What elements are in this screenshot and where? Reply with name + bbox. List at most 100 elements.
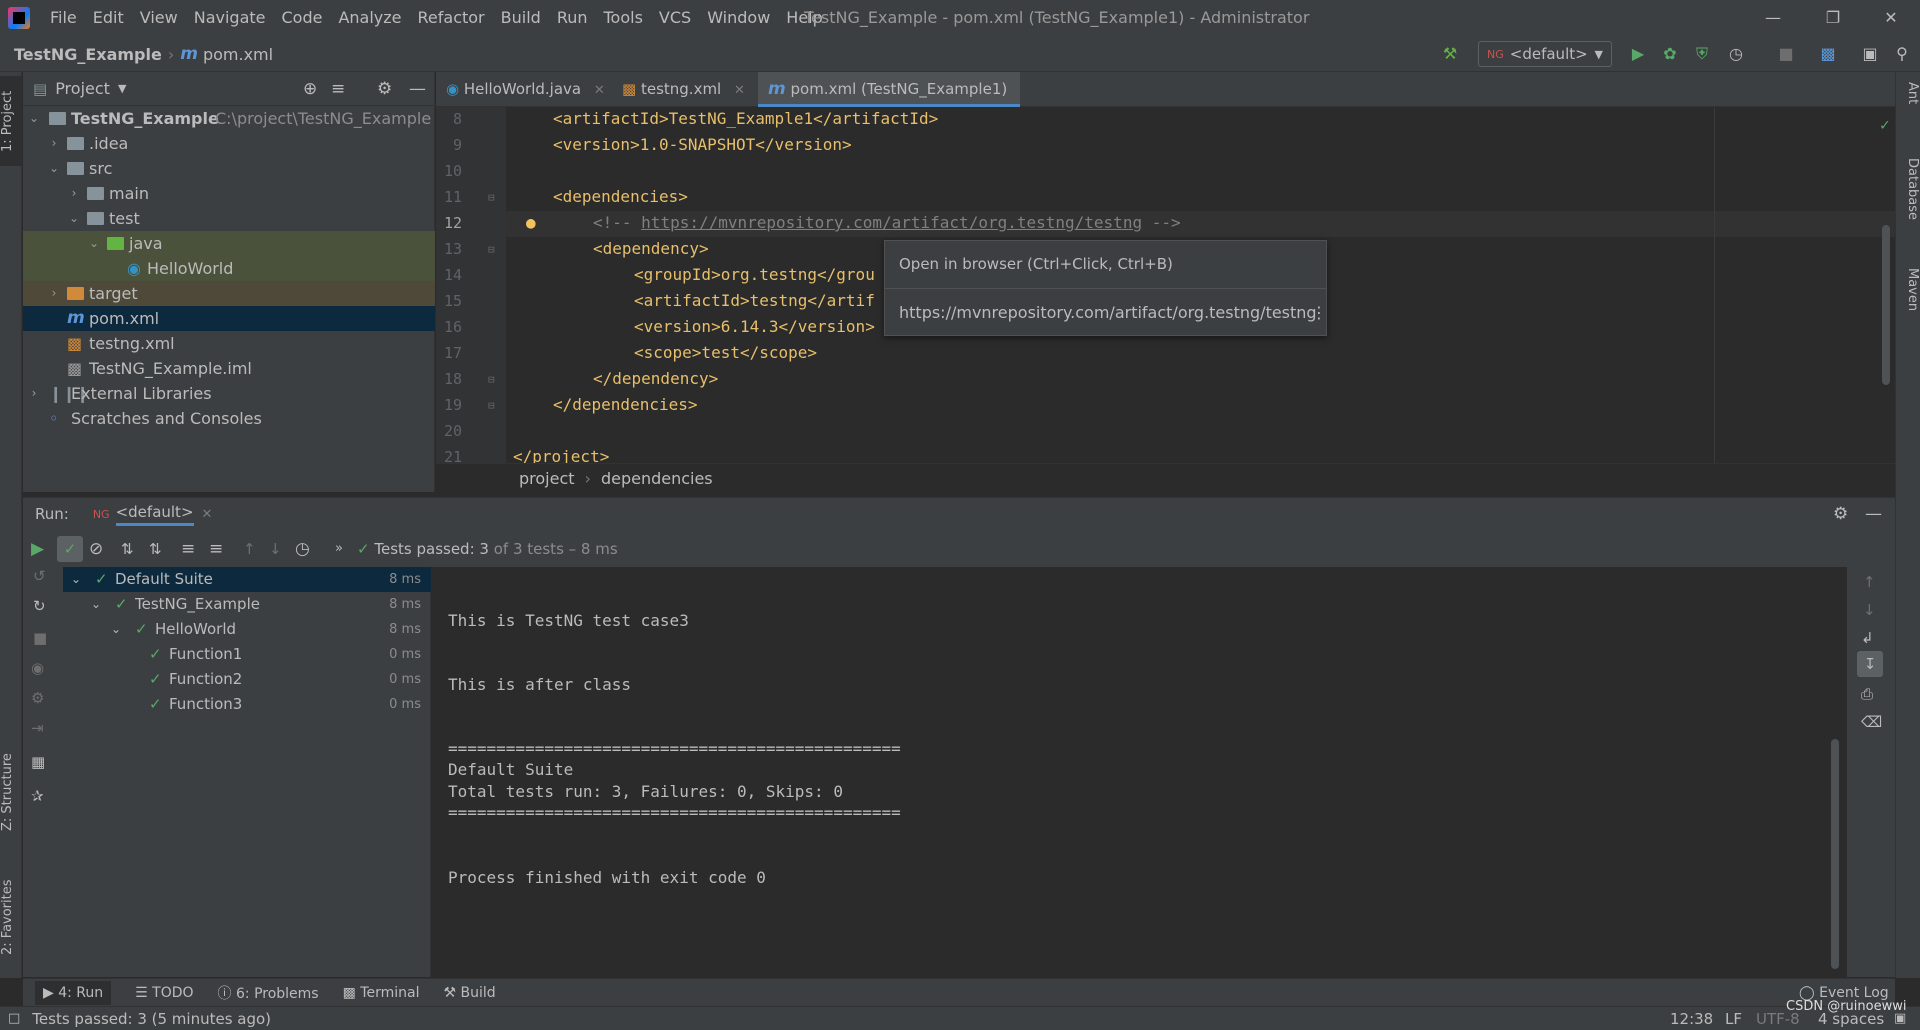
project-tool-tab[interactable]: 1: Project bbox=[0, 76, 22, 166]
breadcrumb-file[interactable]: pom.xml bbox=[203, 45, 273, 64]
chevron-right-icon[interactable]: › bbox=[27, 381, 41, 406]
toolwindow-terminal[interactable]: ▩ Terminal bbox=[343, 985, 420, 1001]
tree-item-external-libraries[interactable]: › ❙❙❙ External Libraries bbox=[23, 381, 435, 406]
close-icon[interactable]: ✕ bbox=[594, 83, 605, 98]
breadcrumb-item[interactable]: dependencies bbox=[601, 469, 713, 488]
ant-tool-tab[interactable]: Ant bbox=[1898, 82, 1920, 142]
close-icon[interactable]: ✕ bbox=[734, 83, 745, 98]
toggle-auto-test-icon[interactable]: ↻ bbox=[33, 597, 46, 615]
chevron-right-icon[interactable]: › bbox=[47, 281, 61, 306]
menu-navigate[interactable]: Navigate bbox=[186, 0, 274, 36]
breadcrumb-project[interactable]: TestNG_Example bbox=[14, 45, 162, 64]
test-row-method[interactable]: ✓ Function2 0 ms bbox=[63, 667, 431, 692]
chevron-down-icon[interactable]: ⌄ bbox=[67, 206, 81, 231]
arrow-down-icon[interactable]: ↓ bbox=[1863, 601, 1876, 619]
soft-wrap-icon[interactable]: ↲ bbox=[1861, 629, 1874, 647]
scroll-to-end-icon[interactable]: ↧ bbox=[1857, 651, 1883, 677]
toolwindow-problems[interactable]: ⓘ 6: Problems bbox=[218, 983, 319, 1003]
tab-helloworld-java[interactable]: ◉ HelloWorld.java ✕ bbox=[436, 72, 612, 107]
project-view-title[interactable]: Project bbox=[55, 79, 110, 98]
camera-icon[interactable]: ◉ bbox=[31, 659, 44, 677]
menu-analyze[interactable]: Analyze bbox=[330, 0, 409, 36]
maven-tool-tab[interactable]: Maven bbox=[1898, 268, 1920, 348]
print-icon[interactable]: ⎙ bbox=[1861, 685, 1873, 703]
fold-icon[interactable]: ⊟ bbox=[488, 243, 495, 256]
chevron-down-icon[interactable]: ⌄ bbox=[91, 592, 101, 617]
tab-testng-xml[interactable]: ▩ testng.xml ✕ bbox=[612, 72, 746, 107]
hide-panel-icon[interactable]: — bbox=[409, 79, 426, 99]
more-options-icon[interactable]: ⋮ bbox=[1311, 303, 1327, 322]
import-tests-icon[interactable]: ⇥ bbox=[31, 719, 44, 737]
tree-item-project-root[interactable]: ⌄ TestNG_Example C:\project\TestNG_Examp… bbox=[23, 106, 435, 131]
show-passed-toggle[interactable]: ✓ bbox=[57, 535, 83, 562]
open-in-browser-action[interactable]: Open in browser (Ctrl+Click, Ctrl+B) bbox=[899, 255, 1173, 273]
menu-window[interactable]: Window bbox=[699, 0, 778, 36]
toolwindow-run[interactable]: ▶ 4: Run bbox=[35, 980, 112, 1005]
tree-item-src[interactable]: ⌄ src bbox=[23, 156, 435, 181]
status-message[interactable]: Tests passed: 3 (5 minutes ago) bbox=[32, 1010, 271, 1028]
tree-item-iml[interactable]: ▩ TestNG_Example.iml bbox=[23, 356, 435, 381]
tree-item-scratches[interactable]: ◦ Scratches and Consoles bbox=[23, 406, 435, 431]
minimize-button[interactable]: — bbox=[1744, 0, 1802, 36]
rerun-failed-icon[interactable]: ↺ bbox=[33, 567, 46, 585]
chevron-down-icon[interactable]: ⌄ bbox=[111, 617, 121, 642]
database-tool-tab[interactable]: Database bbox=[1898, 158, 1920, 258]
test-row-suite[interactable]: ⌄ ✓ Default Suite 8 ms bbox=[63, 567, 431, 592]
tree-item-idea[interactable]: › .idea bbox=[23, 131, 435, 156]
coverage-icon[interactable]: ⛨ bbox=[1690, 42, 1714, 66]
hide-panel-icon[interactable]: — bbox=[1865, 504, 1882, 524]
chevron-right-icon[interactable]: › bbox=[67, 181, 81, 206]
presentation-icon[interactable]: ▣ bbox=[1858, 42, 1882, 66]
run-tab-label[interactable]: <default> bbox=[115, 503, 194, 526]
tree-item-helloworld[interactable]: ◉ HelloWorld bbox=[23, 256, 435, 281]
close-icon[interactable]: ✕ bbox=[202, 507, 213, 522]
toolwindow-todo[interactable]: ☰ TODO bbox=[135, 985, 193, 1001]
test-row-class-group[interactable]: ⌄ ✓ TestNG_Example 8 ms bbox=[63, 592, 431, 617]
collapse-all-icon[interactable]: ≡ bbox=[331, 79, 345, 99]
run-configuration-select[interactable]: NG <default> ▼ bbox=[1478, 41, 1612, 67]
tree-item-target[interactable]: › target bbox=[23, 281, 435, 306]
menu-edit[interactable]: Edit bbox=[85, 0, 132, 36]
structure-tool-tab[interactable]: Z: Structure bbox=[0, 732, 22, 852]
gear-icon[interactable]: ⚙ bbox=[377, 79, 392, 99]
more-actions-icon[interactable]: » bbox=[335, 541, 343, 556]
fold-icon[interactable]: ⊟ bbox=[488, 191, 495, 204]
menu-code[interactable]: Code bbox=[274, 0, 331, 36]
menu-build[interactable]: Build bbox=[493, 0, 549, 36]
stop-icon[interactable]: ■ bbox=[1774, 42, 1798, 66]
collapse-all-icon[interactable]: ≡ bbox=[209, 539, 223, 559]
expand-all-icon[interactable]: ≡ bbox=[181, 539, 195, 559]
rerun-icon[interactable]: ▶ bbox=[31, 539, 44, 559]
chevron-down-icon[interactable]: ⌄ bbox=[87, 231, 101, 256]
chevron-down-icon[interactable]: ⌄ bbox=[47, 156, 61, 181]
breadcrumb-item[interactable]: project bbox=[519, 469, 575, 488]
console-scrollbar[interactable] bbox=[1831, 739, 1839, 969]
lock-icon[interactable]: ▣ bbox=[1894, 1011, 1906, 1026]
caret-position[interactable]: 12:38 bbox=[1670, 1010, 1713, 1028]
menu-run[interactable]: Run bbox=[549, 0, 596, 36]
arrow-down-icon[interactable]: ↓ bbox=[269, 540, 282, 558]
test-row-method[interactable]: ✓ Function3 0 ms bbox=[63, 692, 431, 717]
tree-item-java[interactable]: ⌄ java bbox=[23, 231, 435, 256]
tab-pom-xml[interactable]: m pom.xml (TestNG_Example1) ✕ bbox=[758, 72, 1020, 133]
debug-icon[interactable]: ✿ bbox=[1658, 42, 1682, 66]
sort-by-duration-icon[interactable]: ⇅ bbox=[149, 540, 162, 558]
arrow-up-icon[interactable]: ↑ bbox=[243, 540, 256, 558]
chevron-down-icon[interactable]: ⌄ bbox=[71, 567, 81, 592]
line-separator[interactable]: LF bbox=[1725, 1010, 1742, 1028]
lightbulb-icon[interactable]: ● bbox=[526, 213, 536, 232]
toolwindow-build[interactable]: ⚒ Build bbox=[443, 985, 495, 1001]
stop-icon[interactable]: ■ bbox=[33, 629, 47, 647]
popup-url[interactable]: https://mvnrepository.com/artifact/org.t… bbox=[899, 303, 1317, 322]
favorites-tool-tab[interactable]: 2: Favorites bbox=[0, 862, 22, 972]
gear-icon[interactable]: ⚙ bbox=[1833, 504, 1848, 524]
test-row-class[interactable]: ⌄ ✓ HelloWorld 8 ms bbox=[63, 617, 431, 642]
pin-icon[interactable]: ✰ bbox=[31, 787, 44, 805]
project-structure-icon[interactable]: ▩ bbox=[1816, 42, 1840, 66]
menu-vcs[interactable]: VCS bbox=[651, 0, 699, 36]
layout-icon[interactable]: ▦ bbox=[31, 753, 45, 771]
fold-icon[interactable]: ⊟ bbox=[488, 373, 495, 386]
settings-icon[interactable]: ⚙ bbox=[31, 689, 44, 707]
chevron-down-icon[interactable]: ⌄ bbox=[27, 106, 41, 131]
search-icon[interactable]: ⚲ bbox=[1890, 42, 1914, 66]
